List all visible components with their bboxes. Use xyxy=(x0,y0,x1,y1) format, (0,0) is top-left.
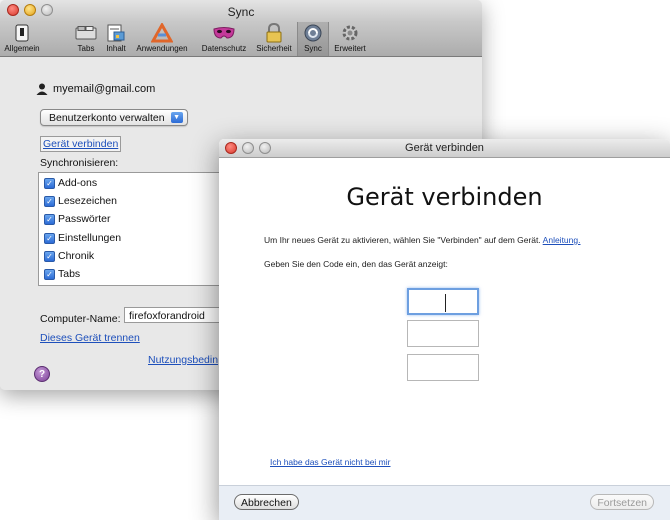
sync-options-list: ✓ Add-ons ✓ Lesezeichen ✓ Passwörter ✓ E… xyxy=(38,172,240,286)
content-icon xyxy=(105,23,127,43)
account-row: myemail@gmail.com xyxy=(36,83,155,95)
code-prompt: Geben Sie den Code ein, den das Gerät an… xyxy=(264,259,448,269)
preferences-toolbar: Allgemein Tabs Inhalt Anwendungen Datens… xyxy=(0,22,482,57)
sync-item-tabs[interactable]: ✓ Tabs xyxy=(44,268,80,280)
sync-item-label: Einstellungen xyxy=(58,232,122,244)
gear-icon xyxy=(339,23,361,43)
dialog-heading: Gerät verbinden xyxy=(346,183,543,211)
sync-item-label: Add-ons xyxy=(58,177,98,189)
no-device-link[interactable]: Ich habe das Gerät nicht bei mir xyxy=(270,457,390,467)
help-button[interactable]: ? xyxy=(34,366,50,382)
sync-item-passwords[interactable]: ✓ Passwörter xyxy=(44,213,111,225)
mask-icon xyxy=(213,23,235,43)
text-caret xyxy=(445,294,446,312)
sync-icon xyxy=(302,23,324,43)
sync-item-settings[interactable]: ✓ Einstellungen xyxy=(44,232,121,244)
sync-item-label: Chronik xyxy=(58,250,95,262)
cancel-button[interactable]: Abbrechen xyxy=(234,494,299,510)
terms-link[interactable]: Nutzungsbedin xyxy=(148,354,218,366)
window-title: Sync xyxy=(227,5,255,19)
code-field-1[interactable] xyxy=(407,288,479,315)
sync-item-addons[interactable]: ✓ Add-ons xyxy=(44,177,97,189)
connect-device-link[interactable]: Gerät verbinden xyxy=(40,136,122,152)
toolbar-inhalt[interactable]: Inhalt xyxy=(104,22,128,56)
checkbox-checked-icon[interactable]: ✓ xyxy=(44,195,55,207)
toolbar-sicherheit[interactable]: Sicherheit xyxy=(253,22,295,56)
instructions-link[interactable]: Anleitung. xyxy=(543,235,581,245)
account-email: myemail@gmail.com xyxy=(53,83,156,95)
checkbox-checked-icon[interactable]: ✓ xyxy=(44,213,55,225)
dialog-titlebar[interactable]: Gerät verbinden xyxy=(219,139,670,158)
toolbar-tabs[interactable]: Tabs xyxy=(72,22,100,56)
continue-button[interactable]: Fortsetzen xyxy=(590,494,654,510)
tabs-icon xyxy=(75,23,97,43)
toolbar-sync[interactable]: Sync xyxy=(297,22,329,56)
computer-name-field[interactable]: firefoxforandroid xyxy=(124,307,234,323)
toolbar-anwendungen[interactable]: Anwendungen xyxy=(134,22,190,56)
activation-instructions: Um Ihr neues Gerät zu aktivieren, wählen… xyxy=(264,235,580,245)
disconnect-device-link[interactable]: Dieses Gerät trennen xyxy=(40,332,140,344)
connect-device-dialog: Gerät verbinden Gerät verbinden Um Ihr n… xyxy=(219,139,670,520)
preferences-titlebar[interactable]: Sync xyxy=(0,0,482,22)
user-icon xyxy=(36,83,48,95)
toolbar-allgemein[interactable]: Allgemein xyxy=(2,22,42,56)
sync-item-history[interactable]: ✓ Chronik xyxy=(44,250,94,262)
sync-item-bookmarks[interactable]: ✓ Lesezeichen xyxy=(44,195,117,207)
dialog-button-bar: Abbrechen Fortsetzen xyxy=(219,485,670,520)
lock-icon xyxy=(263,23,285,43)
sync-item-label: Tabs xyxy=(58,268,81,280)
computer-name-label: Computer-Name: xyxy=(40,313,121,325)
checkbox-checked-icon[interactable]: ✓ xyxy=(44,232,55,244)
toolbar-datenschutz[interactable]: Datenschutz xyxy=(196,22,252,56)
code-field-2[interactable] xyxy=(407,320,479,347)
switch-icon xyxy=(11,23,33,43)
checkbox-checked-icon[interactable]: ✓ xyxy=(44,268,55,280)
sync-label: Synchronisieren: xyxy=(40,157,119,169)
manage-account-label: Benutzerkonto verwalten xyxy=(49,111,165,124)
code-field-3[interactable] xyxy=(407,354,479,381)
dropdown-arrow-icon: ▼ xyxy=(170,112,183,123)
sync-item-label: Lesezeichen xyxy=(58,195,117,207)
instruction-text: Um Ihr neues Gerät zu aktivieren, wählen… xyxy=(264,235,541,245)
sync-item-label: Passwörter xyxy=(58,213,111,225)
checkbox-checked-icon[interactable]: ✓ xyxy=(44,177,55,189)
dialog-title: Gerät verbinden xyxy=(405,142,484,154)
toolbar-erweitert[interactable]: Erweitert xyxy=(331,22,369,56)
checkbox-checked-icon[interactable]: ✓ xyxy=(44,250,55,262)
applications-icon xyxy=(151,23,173,43)
manage-account-dropdown[interactable]: Benutzerkonto verwalten ▼ xyxy=(40,109,188,126)
